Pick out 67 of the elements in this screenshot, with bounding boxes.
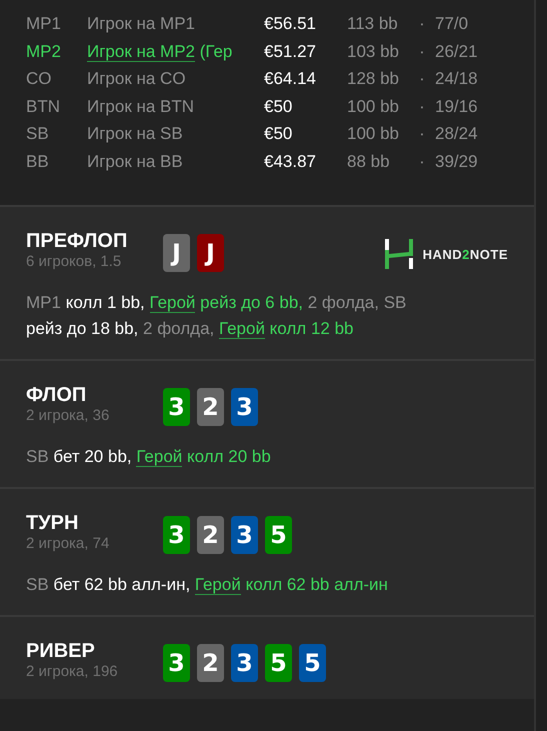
stack-bb: 113 bb xyxy=(347,14,399,34)
action-summary: SB бет 20 bb, Герой колл 20 bb xyxy=(26,446,272,469)
stack-amount: €51.27 xyxy=(264,42,317,62)
street-info: 2 игрока, 36 xyxy=(26,407,110,425)
stack-bb: 88 bb xyxy=(347,152,391,172)
stack-amount: €43.87 xyxy=(264,152,317,172)
separator-dot: · xyxy=(418,14,426,34)
street-info: 6 игроков, 1.5 xyxy=(26,253,122,271)
logo-text: HAND2NOTE xyxy=(422,246,508,262)
playing-card: 3 xyxy=(231,516,258,554)
position-label: SB xyxy=(26,124,50,144)
player-name: Игрок на MP1 xyxy=(87,14,196,34)
logo-icon xyxy=(384,239,413,269)
playing-card: 5 xyxy=(299,644,326,682)
playing-card: 3 xyxy=(231,388,258,426)
hero-link[interactable]: Герой xyxy=(194,575,241,595)
playing-card: 5 xyxy=(265,516,292,554)
playing-card: 3 xyxy=(163,388,190,426)
separator-dot: · xyxy=(418,42,426,62)
position-label: MP2 xyxy=(26,42,62,62)
separator-dot: · xyxy=(418,124,426,144)
position-label: MP1 xyxy=(26,14,62,34)
street-title: РИВЕР xyxy=(26,639,96,663)
player-stats: 24/18 xyxy=(435,69,478,89)
playing-card: 5 xyxy=(265,644,292,682)
action-summary: MP1 колл 1 bb, Герой рейз до 6 bb, 2 фолда, SB рейз до 18 bb, 2 фолда, Герой колл 12 bb xyxy=(26,292,408,341)
hero-link[interactable]: Герой xyxy=(136,447,182,467)
position-label: BTN xyxy=(26,96,61,116)
playing-card: 2 xyxy=(197,388,224,426)
position-label: CO xyxy=(26,69,52,89)
player-stats: 19/16 xyxy=(435,96,478,116)
player-stats: 26/21 xyxy=(435,42,478,62)
playing-card: 3 xyxy=(163,516,190,554)
playing-card: 2 xyxy=(197,644,224,682)
stack-bb: 100 bb xyxy=(347,124,400,144)
player-name: Игрок на SB xyxy=(87,124,184,144)
position-label: BB xyxy=(26,152,50,172)
street-title: ПРЕФЛОП xyxy=(26,229,128,253)
hero-link[interactable]: Герой xyxy=(150,293,196,313)
player-stats: 28/24 xyxy=(435,124,478,144)
street-info: 2 игрока, 196 xyxy=(26,663,119,681)
separator-dot: · xyxy=(418,69,426,89)
player-name: Игрок на MP2 (Гер xyxy=(87,42,234,62)
separator-dot: · xyxy=(418,152,426,172)
stack-bb: 100 bb xyxy=(347,96,400,116)
player-name: Игрок на BTN xyxy=(87,96,196,116)
street-title: ФЛОП xyxy=(26,383,88,407)
stack-bb: 128 bb xyxy=(347,69,400,89)
playing-card: 2 xyxy=(197,516,224,554)
action-summary: SB бет 62 bb алл-ин, Герой колл 62 bb алл-ин xyxy=(26,574,389,597)
stack-amount: €50 xyxy=(264,124,294,144)
stack-amount: €50 xyxy=(264,96,294,116)
street-info: 2 игрока, 74 xyxy=(26,535,110,553)
playing-card: J xyxy=(197,234,224,272)
playing-card: 3 xyxy=(231,644,258,682)
playing-card: J xyxy=(163,234,190,272)
player-name: Игрок на BB xyxy=(87,152,184,172)
player-stats: 77/0 xyxy=(435,14,468,34)
stack-amount: €56.51 xyxy=(264,14,317,34)
player-stats: 39/29 xyxy=(435,152,478,172)
player-name: Игрок на CO xyxy=(87,69,187,89)
stack-bb: 103 bb xyxy=(347,42,400,62)
hero-link[interactable]: Герой xyxy=(219,319,265,339)
street-title: ТУРН xyxy=(26,511,80,535)
playing-card: 3 xyxy=(163,644,190,682)
separator-dot: · xyxy=(418,96,426,116)
stack-amount: €64.14 xyxy=(264,69,317,89)
